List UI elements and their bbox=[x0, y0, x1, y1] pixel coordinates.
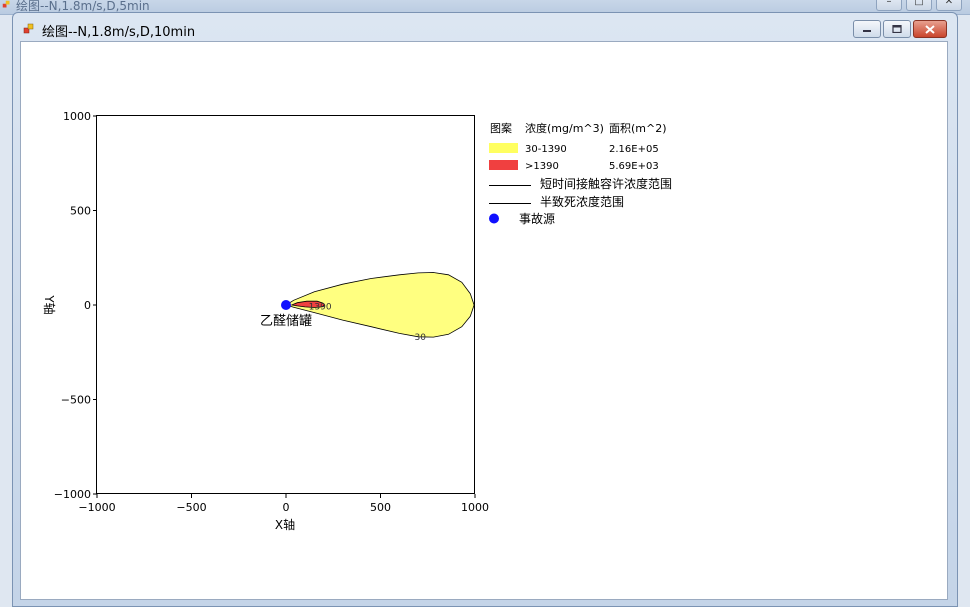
x-axis-label: X轴 bbox=[275, 517, 295, 532]
y-tick-label: 1000 bbox=[63, 110, 91, 123]
x-tick-label: 500 bbox=[370, 501, 391, 514]
maximize-icon[interactable]: □ bbox=[906, 0, 932, 11]
legend-swatch-over-1390 bbox=[489, 160, 518, 170]
source-label: 乙醛储罐 bbox=[260, 313, 312, 329]
y-tick-label: −500 bbox=[61, 394, 91, 407]
window-controls bbox=[853, 20, 947, 38]
legend-line-label: 半致死浓度范围 bbox=[540, 194, 624, 209]
close-icon bbox=[925, 24, 935, 34]
chart-area: −1000 −500 0 500 1000 1000 500 0 −500 −1… bbox=[20, 41, 948, 600]
legend-source-label: 事故源 bbox=[519, 211, 555, 226]
legend-range: 30-1390 bbox=[525, 144, 567, 155]
maximize-icon bbox=[892, 25, 902, 33]
legend-swatch-30-1390 bbox=[489, 143, 518, 153]
legend-header-area: 面积(m^2) bbox=[609, 122, 667, 135]
x-tick-label: −1000 bbox=[78, 501, 115, 514]
title-bar[interactable]: 绘图--N,1.8m/s,D,10min bbox=[13, 13, 957, 43]
app-icon bbox=[23, 23, 34, 34]
background-window-controls: – □ ✕ bbox=[876, 0, 962, 11]
legend-area: 5.69E+03 bbox=[609, 161, 659, 172]
legend: 图案 浓度(mg/m^3) 面积(m^2) 30-1390 2.16E+05 >… bbox=[489, 121, 672, 226]
x-tick-label: −500 bbox=[176, 501, 206, 514]
minimize-icon bbox=[863, 30, 871, 32]
legend-source-marker bbox=[489, 213, 499, 224]
contour-label-30: 30 bbox=[415, 333, 427, 343]
close-button[interactable] bbox=[913, 20, 947, 38]
contour-label-1390: 1390 bbox=[309, 303, 332, 313]
y-axis-label: Y轴 bbox=[42, 294, 57, 314]
minimize-button[interactable] bbox=[853, 20, 881, 38]
legend-area: 2.16E+05 bbox=[609, 144, 659, 155]
legend-line-label: 短时间接触容许浓度范围 bbox=[540, 176, 672, 191]
minimize-icon[interactable]: – bbox=[876, 0, 902, 11]
close-icon[interactable]: ✕ bbox=[936, 0, 962, 11]
source-marker bbox=[281, 300, 291, 310]
legend-header-concentration: 浓度(mg/m^3) bbox=[525, 121, 604, 135]
window-title: 绘图--N,1.8m/s,D,10min bbox=[42, 25, 196, 40]
app-icon bbox=[2, 0, 10, 8]
chart: −1000 −500 0 500 1000 1000 500 0 −500 −1… bbox=[42, 110, 672, 532]
y-tick-label: −1000 bbox=[54, 488, 91, 501]
x-tick-label: 1000 bbox=[461, 501, 489, 514]
legend-range: >1390 bbox=[525, 161, 559, 172]
chart-window: 绘图--N,1.8m/s,D,10min −1000 −500 0 500 10… bbox=[12, 12, 958, 607]
legend-header-pattern: 图案 bbox=[490, 121, 512, 135]
maximize-button[interactable] bbox=[883, 20, 911, 38]
y-tick-label: 500 bbox=[70, 205, 91, 218]
x-tick-label: 0 bbox=[283, 501, 290, 514]
y-tick-label: 0 bbox=[84, 299, 91, 312]
